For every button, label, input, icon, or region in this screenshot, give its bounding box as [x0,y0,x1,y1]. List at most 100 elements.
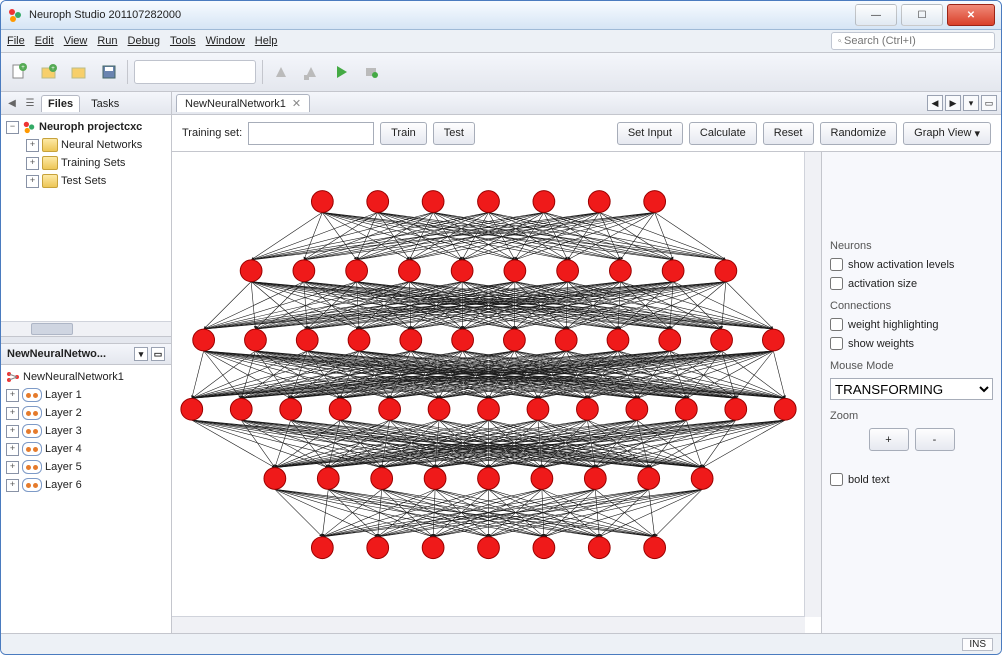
main-toolbar: + + [1,53,1001,92]
toolbar-separator [127,60,128,84]
save-all-button[interactable] [97,60,121,84]
clean-build-button[interactable] [299,60,323,84]
maximize-button[interactable]: ☐ [901,4,943,26]
tab-scroll-left-icon[interactable]: ◀ [927,95,943,111]
nav-minimize-icon[interactable]: ▭ [151,347,165,361]
set-input-button[interactable]: Set Input [617,122,683,145]
menu-debug[interactable]: Debug [128,35,160,47]
search-input[interactable] [842,34,988,48]
run-button[interactable] [329,60,353,84]
layer-icon [22,460,42,474]
tree-layer-item[interactable]: +Layer 3 [4,422,168,440]
tree-item-label[interactable]: Training Sets [61,157,125,169]
tree-layer-item[interactable]: + Layer 2 [4,404,168,422]
mouse-mode-select[interactable]: TRANSFORMING [830,378,993,400]
training-set-input[interactable] [248,122,374,145]
train-button[interactable]: Train [380,122,427,145]
network-canvas[interactable] [172,152,805,617]
menu-file[interactable]: File [7,35,25,47]
window-title: Neuroph Studio 201107282000 [29,9,181,21]
sidebar-tab-files[interactable]: Files [41,95,80,112]
sidebar-scrollbar[interactable] [1,321,171,336]
project-icon [22,120,36,134]
bold-text-checkbox[interactable]: bold text [830,473,993,486]
sidebar-collapse-icon[interactable]: ◀ [5,96,19,110]
horizontal-scrollbar[interactable] [172,616,805,633]
tab-scroll-right-icon[interactable]: ▶ [945,95,961,111]
weight-highlighting-checkbox[interactable]: weight highlighting [830,318,993,331]
splitter[interactable] [1,336,171,344]
new-file-button[interactable]: + [7,60,31,84]
debug-button[interactable] [359,60,383,84]
tree-layer-item[interactable]: +Layer 1 [4,386,168,404]
expander-icon[interactable]: + [26,175,39,188]
insert-mode-indicator: INS [962,638,993,651]
close-button[interactable]: ✕ [947,4,995,26]
properties-panel: Neurons show activation levels activatio… [822,152,1001,633]
tree-item: + Training Sets [4,154,168,172]
editor-tab[interactable]: NewNeuralNetwork1 ✕ [176,94,310,112]
menu-window[interactable]: Window [206,35,245,47]
layer-icon [22,478,42,492]
layer-label: Layer 2 [45,407,82,419]
expander-icon[interactable]: + [26,139,39,152]
calculate-button[interactable]: Calculate [689,122,757,145]
tree-layer-item[interactable]: +Layer 5 [4,458,168,476]
expander-icon[interactable]: + [6,389,19,402]
expander-icon[interactable]: + [6,443,19,456]
expander-icon[interactable]: + [6,407,19,420]
application-window: Neuroph Studio 201107282000 — ☐ ✕ File E… [0,0,1002,655]
tree-root-label: Neuroph projectcxc [39,121,142,133]
show-weights-checkbox[interactable]: show weights [830,337,993,350]
menu-edit[interactable]: Edit [35,35,54,47]
tree-layer-item[interactable]: +Layer 6 [4,476,168,494]
close-tab-icon[interactable]: ✕ [292,97,301,110]
tree-item-label[interactable]: Neural Networks [61,139,142,151]
project-tree[interactable]: − Neuroph projectcxc + Neural Networks + T… [1,115,171,321]
randomize-button[interactable]: Randomize [820,122,898,145]
vertical-scrollbar[interactable] [804,152,821,617]
navigator-network-label[interactable]: NewNeuralNetwork1 [23,371,124,383]
expander-icon[interactable]: + [6,461,19,474]
tree-item: + Neural Networks [4,136,168,154]
tab-maximize-icon[interactable]: ▭ [981,95,997,111]
menu-help[interactable]: Help [255,35,278,47]
tree-item-label[interactable]: Test Sets [61,175,106,187]
expander-icon[interactable]: + [6,479,19,492]
folder-icon [42,174,58,188]
activation-size-checkbox[interactable]: activation size [830,277,993,290]
layer-icon [22,388,42,402]
connections-section-label: Connections [830,300,993,312]
neurons-section-label: Neurons [830,240,993,252]
open-button[interactable] [67,60,91,84]
menu-view[interactable]: View [64,35,88,47]
show-activation-checkbox[interactable]: show activation levels [830,258,993,271]
zoom-in-button[interactable]: + [869,428,909,451]
quick-search[interactable] [831,32,995,50]
layer-icon [22,424,42,438]
config-combo[interactable] [134,60,256,84]
menu-tools[interactable]: Tools [170,35,196,47]
layer-label: Layer 4 [45,443,82,455]
sidebar-expand-icon[interactable]: ☰ [23,96,37,110]
expander-icon[interactable]: + [6,425,19,438]
new-project-button[interactable]: + [37,60,61,84]
toolbar-separator [262,60,263,84]
editor-tab-label: NewNeuralNetwork1 [185,98,286,110]
titlebar[interactable]: Neuroph Studio 201107282000 — ☐ ✕ [1,1,1001,30]
tab-list-icon[interactable]: ▾ [963,95,979,111]
tree-item: + Test Sets [4,172,168,190]
build-button[interactable] [269,60,293,84]
test-button[interactable]: Test [433,122,475,145]
minimize-button[interactable]: — [855,4,897,26]
tree-layer-item[interactable]: + Layer 4 [4,440,168,458]
expander-icon[interactable]: + [26,157,39,170]
sidebar-tab-tasks[interactable]: Tasks [84,95,126,112]
nav-dropdown-icon[interactable]: ▾ [134,347,148,361]
zoom-out-button[interactable]: - [915,428,955,451]
menu-run[interactable]: Run [97,35,117,47]
reset-button[interactable]: Reset [763,122,814,145]
graph-view-button[interactable]: Graph View ▾ [903,122,991,145]
navigator-tree[interactable]: NewNeuralNetwork1 +Layer 1+Layer 2+Layer… [1,365,171,633]
expander-icon[interactable]: − [6,121,19,134]
